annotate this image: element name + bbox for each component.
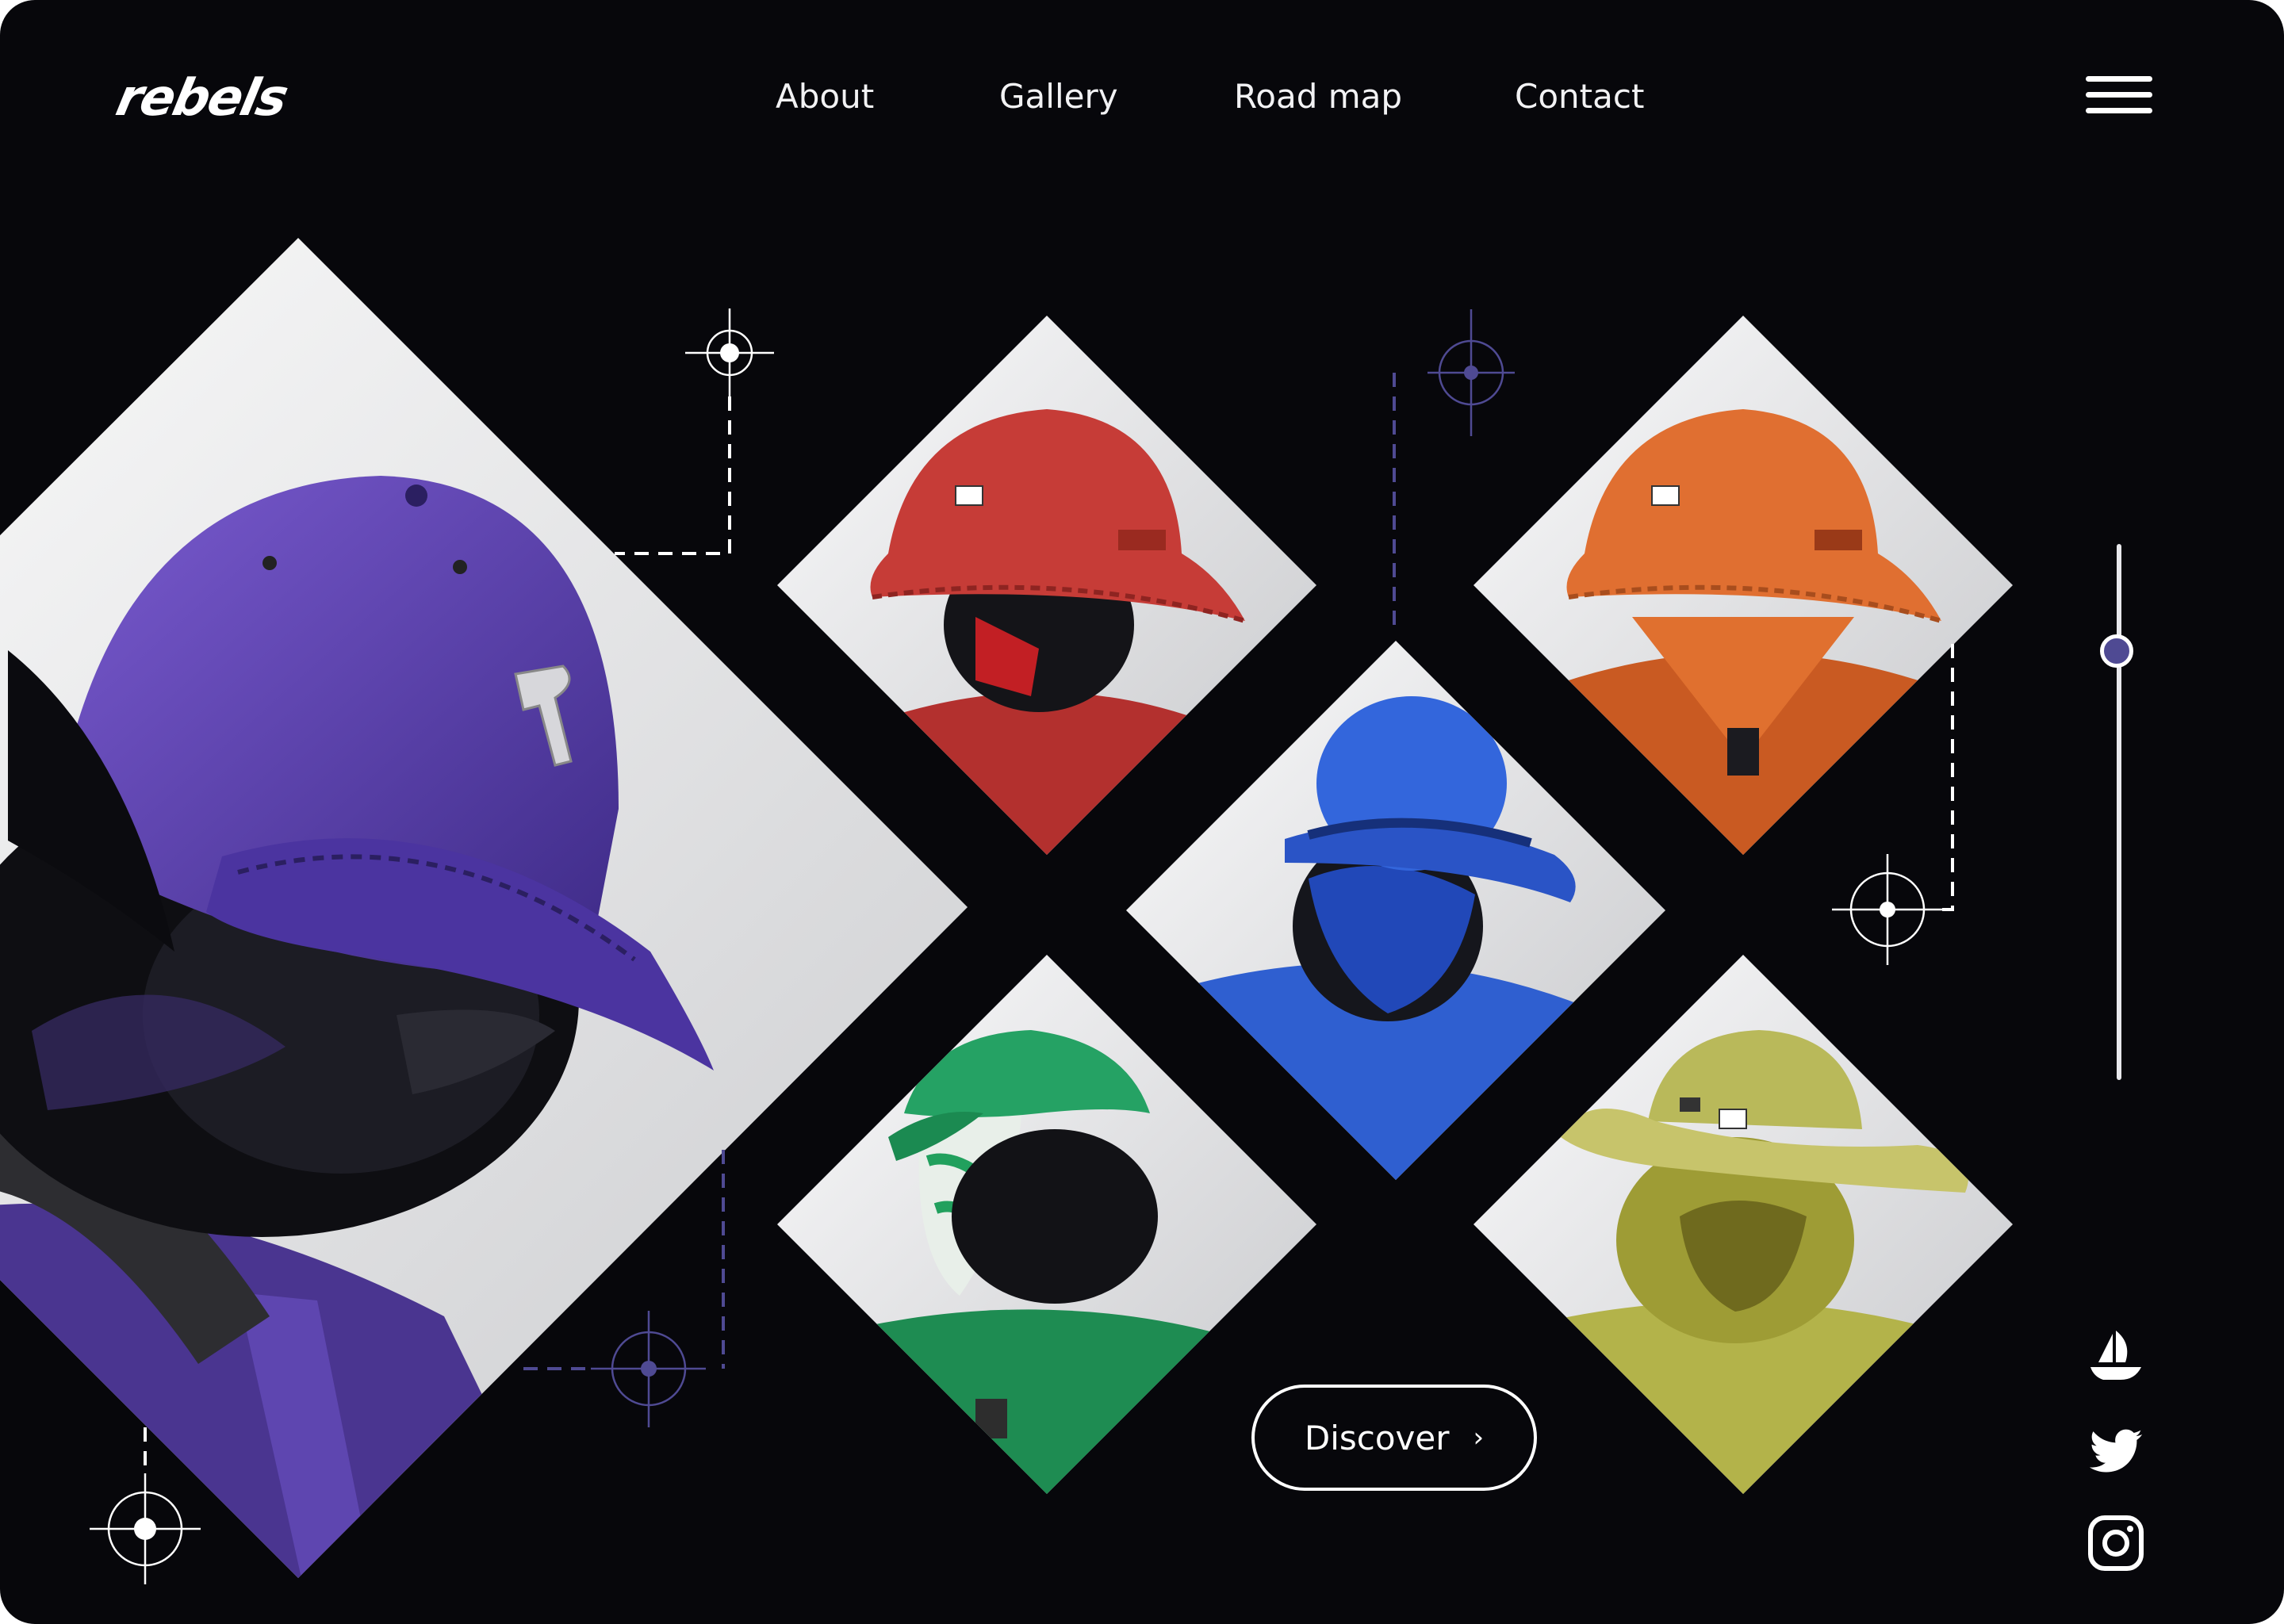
nft-tile-green-cap[interactable] — [777, 955, 1316, 1494]
gallery-slider-thumb[interactable] — [2100, 634, 2133, 668]
nav-road-map[interactable]: Road map — [1234, 73, 1402, 121]
green-cap-art — [777, 955, 1316, 1494]
opensea-icon[interactable] — [2086, 1326, 2146, 1386]
page-frame: rebels About Gallery Road map Contact Di… — [0, 0, 2284, 1624]
gallery-slider-track[interactable] — [2117, 544, 2121, 1080]
chevron-right-icon: › — [1473, 1422, 1485, 1454]
instagram-icon[interactable] — [2086, 1513, 2146, 1573]
twitter-icon[interactable] — [2086, 1419, 2146, 1480]
crosshair-target-icon — [1832, 854, 1943, 965]
nav-about[interactable]: About — [776, 73, 874, 121]
nft-tile-olive-cowboy-hat[interactable] — [1473, 955, 2013, 1494]
hamburger-menu-icon[interactable] — [2086, 76, 2152, 116]
olive-cowboy-hat-art — [1473, 955, 2013, 1494]
nav-gallery[interactable]: Gallery — [999, 73, 1118, 121]
main-nav: About Gallery Road map Contact — [0, 73, 2284, 121]
discover-button[interactable]: Discover › — [1251, 1385, 1537, 1491]
nav-contact[interactable]: Contact — [1515, 73, 1644, 121]
discover-button-label: Discover — [1304, 1418, 1450, 1457]
